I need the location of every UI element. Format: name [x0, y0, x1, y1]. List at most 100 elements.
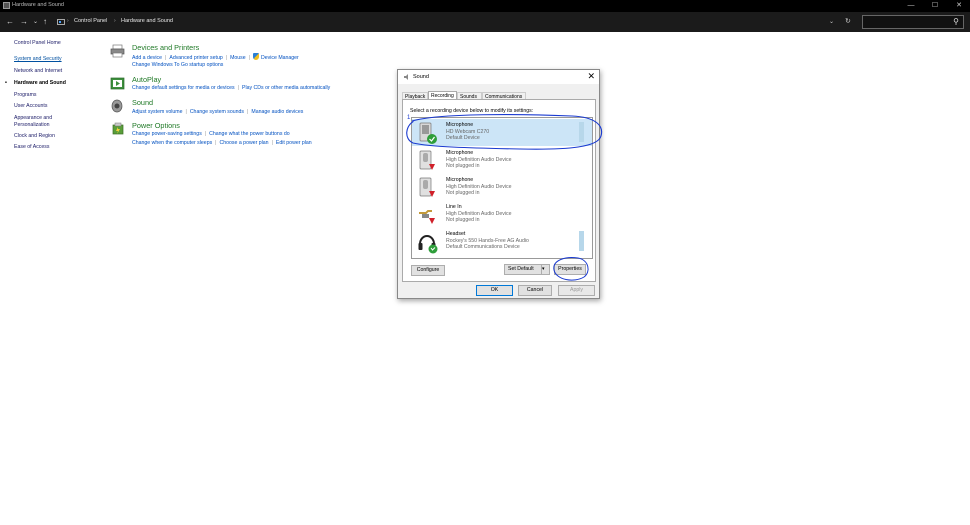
sidebar-item-label: Hardware and Sound [14, 80, 66, 86]
list-item-microphone[interactable]: Microphone High Definition Audio Device … [412, 147, 592, 174]
ok-button[interactable]: OK [476, 285, 513, 296]
apply-button[interactable]: Apply [558, 285, 595, 296]
dialog-title-bar: Sound ✕ [398, 70, 599, 84]
sidebar-item-control-panel-home[interactable]: Control Panel Home [14, 40, 61, 46]
current-item-bullet: • [5, 80, 7, 86]
device-status: Not plugged in [446, 217, 480, 223]
microphone-icon [419, 122, 437, 144]
category-title[interactable]: Power Options [132, 121, 180, 130]
minimize-button[interactable]: — [900, 0, 922, 12]
device-name: Headset [446, 231, 466, 237]
change-system-sounds-link[interactable]: Change system sounds [190, 109, 244, 115]
device-name: Microphone [446, 150, 474, 156]
list-item-microphone[interactable]: Microphone High Definition Audio Device … [412, 174, 592, 201]
dialog-close-button[interactable]: ✕ [587, 71, 595, 82]
control-panel-icon [57, 19, 65, 25]
sidebar-item-clock-and-region[interactable]: Clock and Region [14, 133, 55, 139]
list-item-headset[interactable]: Headset Rockey's 550 Hands-Free AG Audio… [412, 228, 592, 255]
advanced-printer-setup-link[interactable]: Advanced printer setup [169, 55, 222, 61]
back-arrow-icon[interactable]: ← [6, 17, 14, 27]
window-title: Hardware and Sound [12, 2, 64, 8]
add-a-device-link[interactable]: Add a device [132, 55, 162, 61]
sidebar-item-hardware-and-sound[interactable]: • Hardware and Sound [5, 80, 66, 86]
recent-locations-chevron-icon[interactable]: ⌄ [33, 17, 38, 27]
refresh-icon[interactable]: ↻ [845, 17, 851, 27]
sidebar-item-appearance[interactable]: Appearance and [14, 115, 52, 121]
category-title[interactable]: AutoPlay [132, 75, 161, 84]
edit-power-plan-link[interactable]: Edit power plan [276, 140, 312, 146]
windows-to-go-link[interactable]: Change Windows To Go startup options [132, 62, 223, 68]
sidebar-item-user-accounts[interactable]: User Accounts [14, 103, 47, 109]
control-panel-icon [3, 2, 10, 9]
speaker-icon [404, 74, 408, 80]
set-default-label: Set Default [508, 266, 534, 272]
chevron-down-icon[interactable]: ▾ [541, 265, 549, 274]
computer-sleeps-link[interactable]: Change when the computer sleeps [132, 140, 212, 146]
power-buttons-link[interactable]: Change what the power buttons do [209, 131, 289, 137]
category-title[interactable]: Sound [132, 98, 153, 107]
play-media-automatically-link[interactable]: Play CDs or other media automatically [242, 85, 330, 91]
dialog-title: Sound [413, 74, 429, 80]
breadcrumb-separator: › [114, 18, 116, 24]
microphone-icon [419, 177, 435, 197]
category-title[interactable]: Devices and Printers [132, 43, 199, 52]
microphone-icon [419, 150, 435, 170]
list-item-webcam-microphone[interactable]: Microphone HD Webcam C270 Default Device [412, 119, 592, 146]
category-links-row: Add a device | Advanced printer setup | Mous… [132, 53, 299, 61]
category-links-row: Change Windows To Go startup options [132, 62, 223, 68]
printer-icon [110, 44, 125, 58]
cancel-button[interactable]: Cancel [518, 285, 552, 296]
forward-arrow-icon[interactable]: → [20, 17, 28, 27]
sound-dialog: Sound ✕ Playback Recording Sounds Commun… [397, 69, 600, 299]
line-in-icon [419, 210, 435, 224]
address-bar: ← → ⌄ ↑ › Control Panel › Hardware and S… [0, 12, 970, 32]
sidebar-item-programs[interactable]: Programs [14, 92, 37, 98]
search-icon: ⚲ [953, 17, 959, 26]
category-links-row: Change power-saving settings | Change what… [132, 131, 290, 137]
device-name: Line In [446, 204, 462, 210]
close-window-button[interactable]: ✕ [948, 0, 970, 12]
search-input[interactable]: ⚲ [862, 15, 964, 29]
headset-icon [418, 235, 438, 254]
adjust-system-volume-link[interactable]: Adjust system volume [132, 109, 182, 115]
address-field[interactable]: › Control Panel › Hardware and Sound [55, 16, 855, 28]
sidebar-item-personalization[interactable]: Personalization [14, 122, 49, 128]
recording-device-list[interactable]: Microphone HD Webcam C270 Default Device… [411, 117, 593, 259]
device-name: Microphone [446, 177, 474, 183]
sidebar-item-network-and-internet[interactable]: Network and Internet [14, 68, 62, 74]
autoplay-icon [110, 77, 125, 90]
category-links-row: Change when the computer sleeps | Choose a… [132, 140, 312, 146]
level-meter [579, 122, 584, 142]
device-status: Not plugged in [446, 163, 480, 169]
recording-tab-panel: Select a recording device below to modif… [402, 99, 596, 282]
device-name: Microphone [446, 122, 474, 128]
list-item-line-in[interactable]: Line In High Definition Audio Device Not… [412, 201, 592, 228]
device-status: Default Device [446, 135, 480, 141]
power-options-icon [112, 122, 124, 135]
category-links-row: Adjust system volume | Change system sound… [132, 109, 304, 115]
category-links-row: Change default settings for media or dev… [132, 85, 331, 91]
shield-icon [253, 53, 260, 60]
instruction-text: Select a recording device below to modif… [410, 108, 534, 114]
manage-audio-devices-link[interactable]: Manage audio devices [251, 109, 303, 115]
up-arrow-icon[interactable]: ↑ [43, 17, 47, 27]
breadcrumb-separator: › [67, 18, 69, 24]
properties-button[interactable]: Properties [554, 264, 586, 275]
speaker-icon [111, 99, 123, 113]
sidebar-item-ease-of-access[interactable]: Ease of Access [14, 144, 49, 150]
device-manager-link[interactable]: Device Manager [261, 55, 299, 61]
breadcrumb-control-panel[interactable]: Control Panel [74, 18, 107, 24]
address-dropdown-chevron-icon[interactable]: ⌄ [829, 17, 834, 27]
device-status: Not plugged in [446, 190, 480, 196]
configure-button[interactable]: Configure [411, 265, 445, 276]
choose-power-plan-link[interactable]: Choose a power plan [220, 140, 269, 146]
mouse-link[interactable]: Mouse [230, 55, 246, 61]
sidebar-item-system-and-security[interactable]: System and Security [14, 56, 62, 62]
change-power-saving-link[interactable]: Change power-saving settings [132, 131, 202, 137]
level-meter [579, 231, 584, 251]
maximize-button[interactable]: ☐ [924, 0, 946, 12]
breadcrumb-hardware-and-sound[interactable]: Hardware and Sound [121, 18, 173, 24]
change-autoplay-defaults-link[interactable]: Change default settings for media or dev… [132, 85, 235, 91]
set-default-button[interactable]: Set Default ▾ [504, 264, 550, 275]
title-bar: Hardware and Sound — ☐ ✕ [0, 0, 970, 12]
